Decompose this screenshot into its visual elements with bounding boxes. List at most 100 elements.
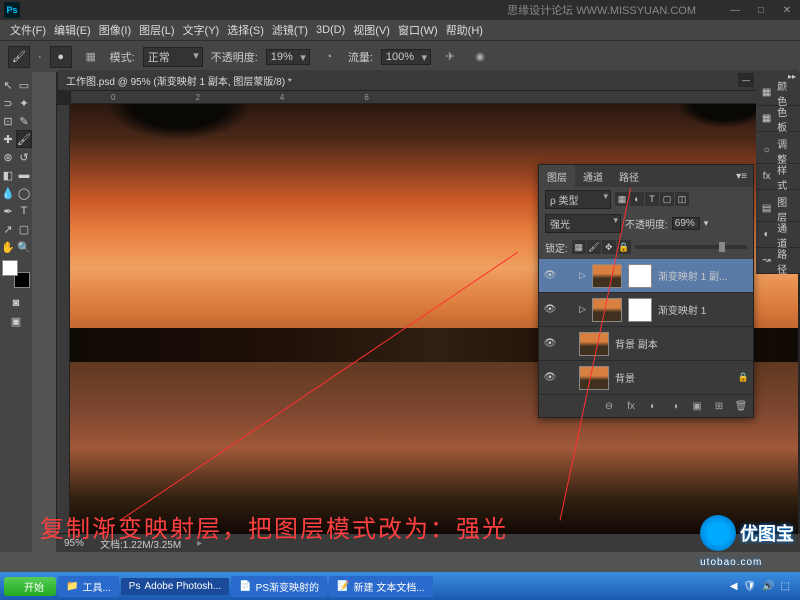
brush-tool[interactable]: 🖌	[16, 130, 32, 148]
pressure-opacity-icon[interactable]: ◔	[318, 46, 340, 68]
tab-channels[interactable]: 通道	[575, 165, 611, 187]
type-tool[interactable]: T	[16, 202, 32, 220]
document-tab[interactable]: 工作图.psd @ 95% (渐变映射 1 副本, 图层蒙版/8) * — ◱ …	[58, 70, 798, 90]
tab-layers[interactable]: 图层	[539, 165, 575, 187]
brush-preset-picker[interactable]: ●	[50, 46, 72, 68]
lasso-tool[interactable]: ⊃	[0, 94, 16, 112]
blur-tool[interactable]: 💧	[0, 184, 16, 202]
dodge-tool[interactable]: ◯	[16, 184, 32, 202]
lock-transparency-icon[interactable]: ▦	[572, 240, 586, 254]
opacity-select[interactable]: 19%	[266, 49, 310, 65]
brush-panel-icon[interactable]: ▦	[80, 46, 102, 68]
adjustments-panel-tab[interactable]: ○调整	[756, 138, 800, 164]
fill-slider[interactable]	[635, 245, 747, 249]
screenmode-toggle[interactable]: ▣	[0, 312, 32, 330]
layer-row[interactable]: 👁 背景 🔒	[539, 361, 753, 395]
stamp-tool[interactable]: ⊛	[0, 148, 16, 166]
airbrush-icon[interactable]: ✈	[439, 46, 461, 68]
menu-edit[interactable]: 编辑(E)	[52, 22, 93, 38]
layer-thumb[interactable]	[592, 264, 622, 288]
filter-type-icon[interactable]: T	[645, 192, 659, 206]
panel-menu-icon[interactable]: ▾≡	[730, 165, 753, 187]
menu-help[interactable]: 帮助(H)	[444, 22, 485, 38]
swatches-panel-tab[interactable]: ▦色板	[756, 106, 800, 132]
adjustment-layer-icon[interactable]: ◑	[667, 401, 683, 412]
menu-3d[interactable]: 3D(D)	[314, 24, 347, 36]
brush-tool-icon[interactable]: 🖌	[8, 46, 30, 68]
gradient-tool[interactable]: ▬	[16, 166, 32, 184]
menu-window[interactable]: 窗口(W)	[396, 22, 440, 38]
visibility-icon[interactable]: 👁	[543, 338, 557, 349]
channels-panel-tab[interactable]: ◐通道	[756, 222, 800, 248]
visibility-icon[interactable]: 👁	[543, 372, 557, 383]
layers-panel-tab[interactable]: ▤图层	[756, 196, 800, 222]
path-tool[interactable]: ↗	[0, 220, 16, 238]
styles-panel-tab[interactable]: fx样式	[756, 164, 800, 190]
marquee-tool[interactable]: ▭	[16, 76, 32, 94]
layer-opacity-input[interactable]	[672, 217, 700, 230]
layer-mask-thumb[interactable]	[628, 264, 652, 288]
taskbar-item[interactable]: 📁工具...	[58, 576, 119, 597]
eraser-tool[interactable]: ◧	[0, 166, 16, 184]
layer-row[interactable]: 👁 ▷ 渐变映射 1 副...	[539, 259, 753, 293]
close-button[interactable]: ✕	[774, 0, 800, 20]
color-swatches[interactable]	[2, 260, 30, 288]
start-button[interactable]: 开始	[4, 577, 56, 596]
doc-minimize-icon[interactable]: —	[738, 73, 754, 87]
tray-volume-icon[interactable]: 🔊	[762, 581, 774, 592]
filter-adjust-icon[interactable]: ◐	[630, 192, 644, 206]
layer-mask-icon[interactable]: ◐	[645, 401, 661, 412]
layer-thumb[interactable]	[579, 332, 609, 356]
layer-name[interactable]: 渐变映射 1	[658, 302, 749, 317]
flow-select[interactable]: 100%	[381, 49, 431, 65]
layer-thumb[interactable]	[579, 366, 609, 390]
blend-mode-select[interactable]: 强光	[545, 214, 621, 233]
delete-layer-icon[interactable]: 🗑	[733, 401, 749, 412]
link-layers-icon[interactable]: ⊖	[601, 401, 617, 412]
tray-icon[interactable]: ⬚	[781, 581, 790, 592]
taskbar-item[interactable]: 📝新建 文本文档...	[329, 576, 433, 597]
lock-position-icon[interactable]: ✥	[602, 240, 616, 254]
new-layer-icon[interactable]: ⊞	[711, 401, 727, 412]
menu-file[interactable]: 文件(F)	[8, 22, 48, 38]
layer-name[interactable]: 渐变映射 1 副...	[658, 268, 749, 283]
taskbar-item[interactable]: PsAdobe Photosh...	[121, 578, 229, 595]
menu-view[interactable]: 视图(V)	[351, 22, 392, 38]
lock-pixels-icon[interactable]: 🖌	[587, 240, 601, 254]
layer-fx-icon[interactable]: fx	[623, 401, 639, 412]
tray-icon[interactable]: ◀	[730, 581, 738, 592]
layer-row[interactable]: 👁 背景 副本	[539, 327, 753, 361]
hand-tool[interactable]: ✋	[0, 238, 16, 256]
lock-all-icon[interactable]: 🔒	[617, 240, 631, 254]
blend-mode-select[interactable]: 正常	[143, 47, 203, 67]
layer-row[interactable]: 👁 ▷ 渐变映射 1	[539, 293, 753, 327]
layer-thumb[interactable]	[592, 298, 622, 322]
paths-panel-tab[interactable]: ↝路径	[756, 248, 800, 274]
quickmask-toggle[interactable]: ◙	[0, 294, 32, 312]
filter-shape-icon[interactable]: ▢	[660, 192, 674, 206]
shape-tool[interactable]: ▢	[16, 220, 32, 238]
zoom-tool[interactable]: 🔍	[16, 238, 32, 256]
filter-smart-icon[interactable]: ◫	[675, 192, 689, 206]
layer-name[interactable]: 背景	[615, 370, 732, 385]
taskbar-item[interactable]: 📄PS渐变映射的	[231, 576, 327, 597]
history-brush-tool[interactable]: ↺	[16, 148, 32, 166]
menu-layer[interactable]: 图层(L)	[137, 22, 176, 38]
maximize-button[interactable]: □	[748, 0, 774, 20]
crop-tool[interactable]: ⊡	[0, 112, 16, 130]
visibility-icon[interactable]: 👁	[543, 270, 557, 281]
layer-mask-thumb[interactable]	[628, 298, 652, 322]
visibility-icon[interactable]: 👁	[543, 304, 557, 315]
move-tool[interactable]: ↖	[0, 76, 16, 94]
tray-icon[interactable]: 🛡	[743, 581, 756, 592]
pen-tool[interactable]: ✒	[0, 202, 16, 220]
minimize-button[interactable]: —	[722, 0, 748, 20]
group-icon[interactable]: ▣	[689, 401, 705, 412]
tab-paths[interactable]: 路径	[611, 165, 647, 187]
layer-name[interactable]: 背景 副本	[615, 336, 749, 351]
menu-select[interactable]: 选择(S)	[225, 22, 266, 38]
heal-tool[interactable]: ✚	[0, 130, 16, 148]
pressure-size-icon[interactable]: ◉	[469, 46, 491, 68]
menu-filter[interactable]: 滤镜(T)	[270, 22, 310, 38]
menu-image[interactable]: 图像(I)	[97, 22, 133, 38]
